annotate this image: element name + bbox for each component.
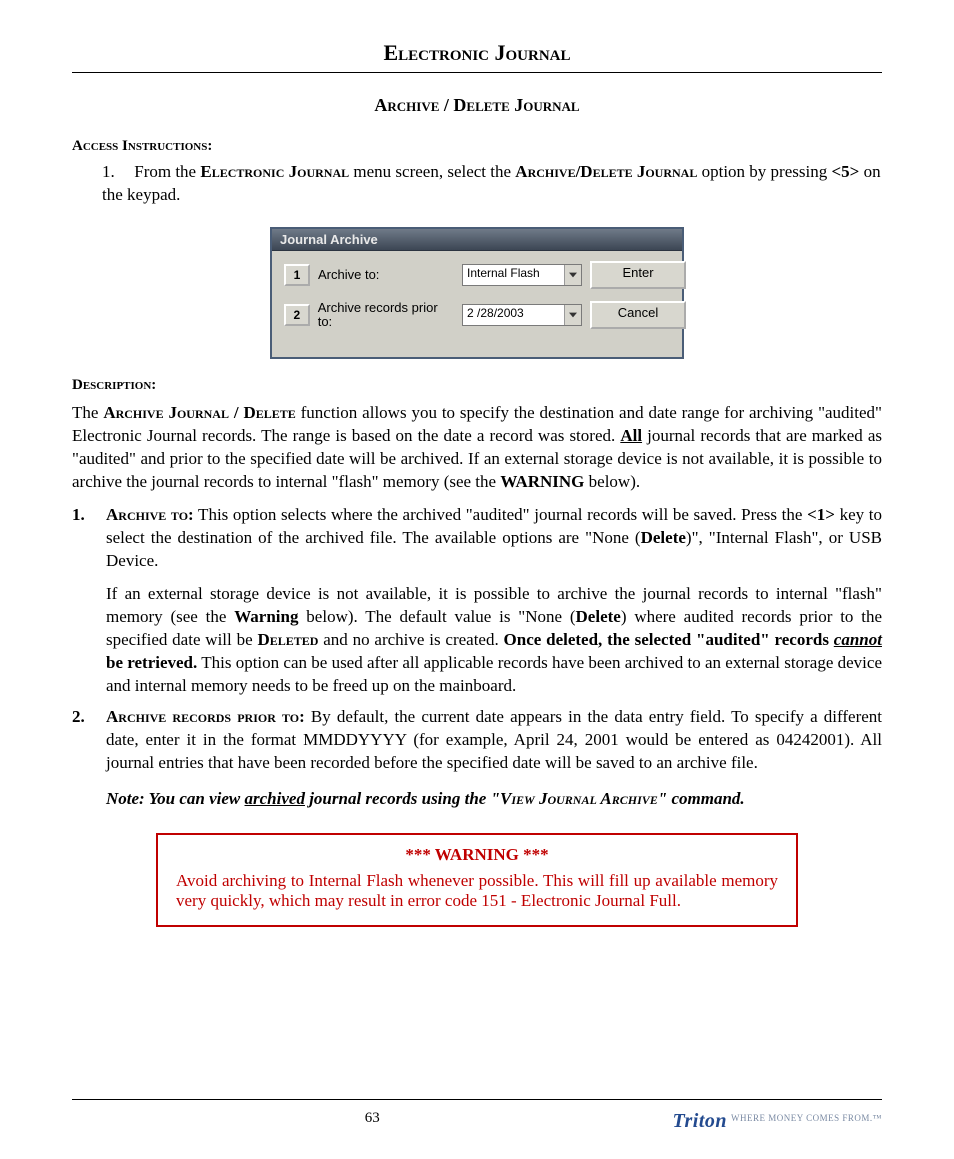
text: " command.	[658, 789, 745, 808]
note: Note: You can view archived journal reco…	[106, 789, 882, 809]
brand-logo: TritonWHERE MONEY COMES FROM.™	[673, 1110, 883, 1133]
chevron-down-icon[interactable]	[564, 305, 581, 325]
item-marker: 2.	[72, 706, 106, 775]
label-text: Archive records prior to:	[318, 301, 454, 330]
page-title: Electronic Journal	[72, 40, 882, 73]
warning-box: *** WARNING *** Avoid archiving to Inter…	[156, 833, 798, 927]
text: Delete	[576, 607, 621, 626]
archive-to-dropdown[interactable]: Internal Flash	[462, 264, 582, 286]
text: Delete	[641, 528, 686, 547]
item-label: Archive records prior to:	[106, 707, 305, 726]
date-dropdown[interactable]: 2 /28/2003	[462, 304, 582, 326]
text: This option can be used after all applic…	[106, 653, 882, 695]
logo-tagline: WHERE MONEY COMES FROM.™	[731, 1113, 882, 1123]
warning-ref: WARNING	[500, 472, 584, 491]
archive-to-label: 1 Archive to:	[284, 264, 454, 286]
description-paragraph: The Archive Journal / Delete function al…	[72, 402, 882, 494]
warning-text: Avoid archiving to Internal Flash whenev…	[176, 871, 778, 911]
text: Note: You can view	[106, 789, 245, 808]
chevron-down-icon[interactable]	[564, 265, 581, 285]
text: journal records using the "	[305, 789, 500, 808]
dropdown-value: 2 /28/2003	[463, 305, 564, 325]
archived: archived	[245, 789, 305, 808]
page-footer: TritonWHERE MONEY COMES FROM.™ 63	[72, 1099, 882, 1133]
label-text: Archive to:	[318, 268, 379, 282]
dialog-title: Journal Archive	[272, 229, 682, 251]
warning-ref: Warning	[234, 607, 298, 626]
key: <5>	[831, 162, 859, 181]
strong: Once deleted, the selected "audited" rec…	[504, 630, 834, 649]
journal-archive-dialog: Journal Archive 1 Archive to: Internal F…	[270, 227, 684, 360]
text: and no archive is created.	[318, 630, 503, 649]
access-heading: Access Instructions:	[72, 138, 882, 155]
function-name: Archive Journal / Delete	[103, 403, 295, 422]
text: below). The default value is "None (	[298, 607, 575, 626]
deleted: Deleted	[257, 630, 318, 649]
enter-button[interactable]: Enter	[590, 261, 686, 289]
step-number: 1.	[102, 161, 130, 184]
description-heading: Description:	[72, 377, 882, 394]
logo-text: Triton	[673, 1110, 728, 1132]
option-name: Archive/Delete Journal	[515, 162, 697, 181]
text: menu screen, select the	[349, 162, 515, 181]
section-title: Archive / Delete Journal	[72, 95, 882, 116]
list-item: 2. Archive records prior to: By default,…	[72, 706, 882, 775]
warning-title: *** WARNING ***	[176, 845, 778, 865]
emphasis-all: All	[620, 426, 642, 445]
strong: be retrieved.	[106, 653, 197, 672]
cancel-button[interactable]: Cancel	[590, 301, 686, 329]
archive-prior-label: 2 Archive records prior to:	[284, 301, 454, 330]
text: This option selects where the archived "…	[194, 505, 807, 524]
text: option by pressing	[697, 162, 831, 181]
hotkey-2[interactable]: 2	[284, 304, 310, 326]
cannot: cannot	[834, 630, 882, 649]
access-step: 1. From the Electronic Journal menu scre…	[102, 161, 882, 207]
menu-name: Electronic Journal	[200, 162, 349, 181]
hotkey-1[interactable]: 1	[284, 264, 310, 286]
text: The	[72, 403, 103, 422]
item-label: Archive to:	[106, 505, 194, 524]
command-name: View Journal Archive	[500, 789, 658, 808]
text: below).	[584, 472, 640, 491]
key: <1>	[807, 505, 835, 524]
dropdown-value: Internal Flash	[463, 265, 564, 285]
item-marker: 1.	[72, 504, 106, 698]
text: From the	[134, 162, 200, 181]
list-item: 1. Archive to: This option selects where…	[72, 504, 882, 698]
